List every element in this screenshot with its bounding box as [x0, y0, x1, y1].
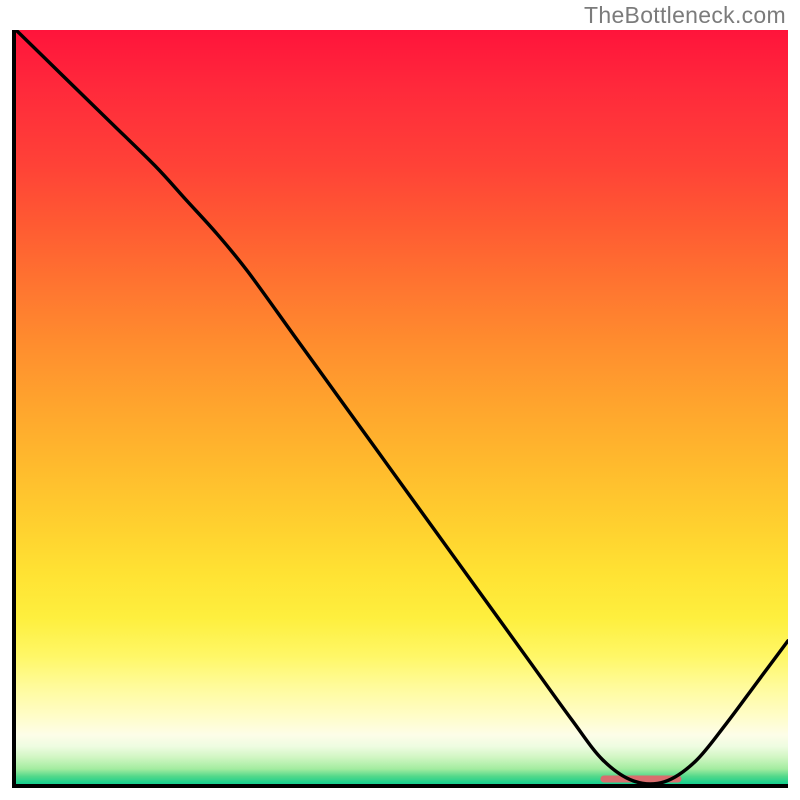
plot-area: [12, 30, 788, 788]
attribution-label: TheBottleneck.com: [584, 2, 786, 29]
bottleneck-curve: [16, 30, 788, 784]
chart-frame: [12, 30, 788, 788]
